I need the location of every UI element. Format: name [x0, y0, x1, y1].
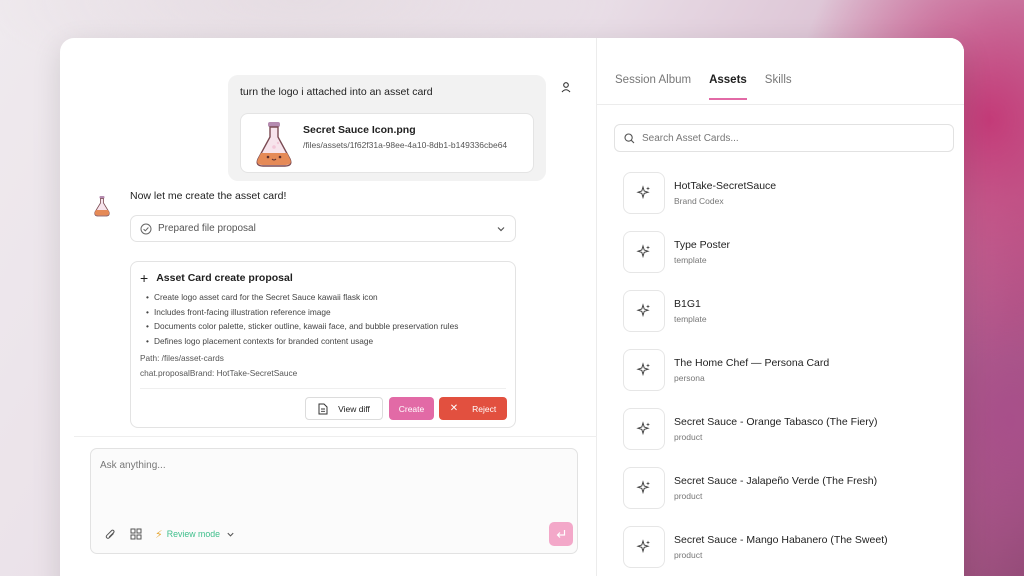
divider	[74, 436, 597, 437]
list-item[interactable]: Secret Sauce - Mango Habanero (The Sweet…	[623, 526, 943, 576]
sparkle-icon	[623, 349, 665, 391]
asset-title: B1G1	[674, 298, 701, 310]
sparkle-icon	[623, 172, 665, 214]
asset-search[interactable]	[614, 124, 954, 152]
asset-title: Secret Sauce - Mango Habanero (The Sweet…	[674, 534, 888, 546]
plus-icon: +	[140, 270, 149, 286]
list-item[interactable]: The Home Chef — Persona Card persona	[623, 349, 943, 408]
flask-icon	[256, 122, 292, 167]
asset-title: Secret Sauce - Jalapeño Verde (The Fresh…	[674, 475, 878, 487]
attachment-name: Secret Sauce Icon.png	[303, 124, 416, 136]
chat-composer[interactable]: Ask anything... ⚡ Review mode	[90, 448, 578, 554]
bolt-icon: ⚡	[155, 528, 163, 541]
list-item: Includes front-facing illustration refer…	[146, 305, 506, 320]
asset-type: product	[674, 491, 703, 501]
proposal-brand: chat.proposalBrand: HotTake-SecretSauce	[140, 368, 298, 379]
proposal-title: Asset Card create proposal	[156, 272, 293, 284]
asset-title: HotTake-SecretSauce	[674, 180, 777, 192]
asset-type: Brand Codex	[674, 196, 724, 206]
chevron-down-icon	[497, 226, 505, 231]
proposal-path: Path: /files/asset-cards	[140, 353, 224, 364]
review-mode-label: Review mode	[166, 529, 221, 539]
user-message: turn the logo i attached into an asset c…	[228, 75, 546, 181]
asset-type: product	[674, 550, 703, 560]
user-icon	[555, 76, 577, 98]
attachment-card[interactable]: Secret Sauce Icon.png /files/assets/1f62…	[240, 113, 534, 173]
tab-assets[interactable]: Assets	[709, 74, 747, 100]
search-icon	[624, 132, 635, 143]
asset-title: The Home Chef — Persona Card	[674, 357, 830, 369]
asset-type: template	[674, 314, 707, 324]
divider	[597, 104, 964, 105]
attachment-path: /files/assets/1f62f31a-98ee-4a10-8db1-b1…	[303, 140, 508, 150]
sparkle-icon	[623, 526, 665, 568]
right-panel: Session Album Assets Skills HotTake-Secr…	[597, 38, 964, 576]
prepared-proposal-toggle[interactable]: Prepared file proposal	[130, 215, 516, 242]
send-button[interactable]	[549, 522, 573, 546]
sparkle-icon	[623, 231, 665, 273]
sparkle-icon	[623, 408, 665, 450]
asset-type: persona	[674, 373, 705, 383]
proposal-bullets: Create logo asset card for the Secret Sa…	[146, 290, 506, 348]
file-icon	[318, 403, 328, 414]
asset-title: Secret Sauce - Orange Tabasco (The Fiery…	[674, 416, 878, 428]
close-icon: ✕	[449, 403, 459, 414]
asset-type: template	[674, 255, 707, 265]
create-button[interactable]: Create	[389, 397, 434, 420]
list-item: Create logo asset card for the Secret Sa…	[146, 290, 506, 305]
app-window: turn the logo i attached into an asset c…	[60, 38, 964, 576]
list-item[interactable]: HotTake-SecretSauce Brand Codex	[623, 172, 943, 231]
paperclip-icon[interactable]	[103, 527, 117, 541]
chevron-down-icon	[227, 532, 234, 537]
user-message-text: turn the logo i attached into an asset c…	[240, 86, 433, 98]
sparkle-icon	[623, 467, 665, 509]
list-item: Documents color palette, sticker outline…	[146, 319, 506, 334]
asset-title: Type Poster	[674, 239, 731, 251]
reject-button[interactable]: ✕ Reject	[439, 397, 507, 420]
check-circle-icon	[140, 223, 152, 234]
view-diff-button[interactable]: View diff	[305, 397, 383, 420]
review-mode-dropdown[interactable]: ⚡ Review mode	[155, 528, 235, 541]
enter-icon	[556, 530, 566, 538]
tab-session-album[interactable]: Session Album	[615, 74, 691, 100]
composer-input-placeholder[interactable]: Ask anything...	[100, 460, 166, 471]
asset-list: HotTake-SecretSauce Brand Codex Type Pos…	[623, 172, 943, 576]
list-item[interactable]: Type Poster template	[623, 231, 943, 290]
assistant-message-text: Now let me create the asset card!	[130, 190, 287, 202]
prepared-proposal-label: Prepared file proposal	[158, 223, 256, 234]
list-item[interactable]: B1G1 template	[623, 290, 943, 349]
chat-panel: turn the logo i attached into an asset c…	[60, 38, 597, 576]
panel-tabs: Session Album Assets Skills	[615, 74, 810, 100]
grid-icon[interactable]	[129, 527, 143, 541]
list-item[interactable]: Secret Sauce - Jalapeño Verde (The Fresh…	[623, 467, 943, 526]
flask-icon	[94, 196, 110, 217]
proposal-card: + Asset Card create proposal Create logo…	[130, 261, 516, 428]
asset-type: product	[674, 432, 703, 442]
view-diff-label: View diff	[338, 403, 370, 414]
list-item[interactable]: Secret Sauce - Orange Tabasco (The Fiery…	[623, 408, 943, 467]
sparkle-icon	[623, 290, 665, 332]
tab-skills[interactable]: Skills	[765, 74, 792, 100]
divider	[140, 388, 506, 389]
search-input[interactable]	[642, 132, 942, 144]
reject-label: Reject	[472, 403, 497, 414]
list-item: Defines logo placement contexts for bran…	[146, 334, 506, 349]
